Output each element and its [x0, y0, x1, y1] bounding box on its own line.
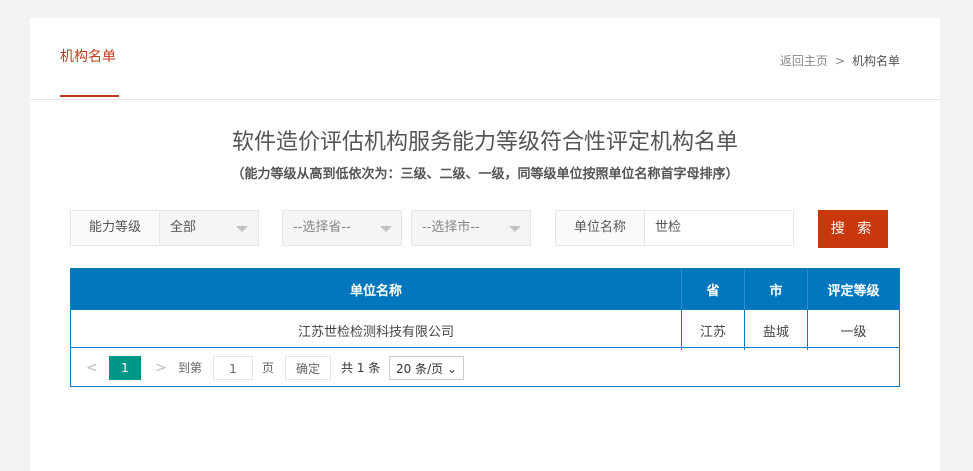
- goto-page-input[interactable]: 1: [213, 356, 253, 380]
- name-filter-label: 单位名称: [556, 211, 645, 245]
- breadcrumb-separator: >: [834, 54, 845, 68]
- name-filter: 单位名称 世检: [555, 210, 794, 246]
- header-city: 市: [744, 269, 808, 310]
- search-button[interactable]: 搜 索: [818, 210, 888, 248]
- chevron-down-icon: [380, 226, 392, 232]
- table-header-row: 单位名称 省 市 评定等级: [71, 269, 899, 310]
- page-title: 软件造价评估机构服务能力等级符合性评定机构名单: [231, 130, 738, 155]
- province-select[interactable]: --选择省--: [282, 210, 402, 246]
- header-province: 省: [681, 269, 745, 310]
- chevron-down-icon: [236, 226, 248, 232]
- breadcrumb-current: 机构名单: [851, 54, 900, 68]
- name-input[interactable]: 世检: [655, 211, 785, 245]
- cell-province: 江苏: [681, 309, 745, 350]
- city-select-placeholder: --选择市--: [422, 220, 480, 235]
- goto-label: 到第: [178, 361, 203, 375]
- per-page-value: 20 条/页: [396, 362, 444, 376]
- prev-page-icon[interactable]: <: [86, 356, 98, 380]
- level-select[interactable]: 全部: [160, 211, 258, 245]
- breadcrumb-home-link[interactable]: 返回主页: [780, 54, 828, 68]
- city-select[interactable]: --选择市--: [411, 210, 531, 246]
- results-table: 单位名称 省 市 评定等级 江苏世检检测科技有限公司 江苏 盐城 一级 < 1 …: [70, 268, 900, 387]
- tab-bar: 机构名单 返回主页 > 机构名单: [30, 18, 940, 100]
- page-subtitle: （能力等级从高到低依次为：三级、二级、一级，同等级单位按照单位名称首字母排序）: [231, 167, 739, 182]
- per-page-select[interactable]: 20 条/页 ⌄: [389, 356, 465, 380]
- cell-city: 盐城: [744, 309, 808, 350]
- table-row: 江苏世检检测科技有限公司 江苏 盐城 一级: [71, 309, 899, 350]
- goto-confirm-button[interactable]: 确定: [285, 356, 331, 380]
- level-select-value: 全部: [170, 220, 197, 235]
- level-filter: 能力等级 全部: [70, 210, 259, 246]
- header-rating: 评定等级: [807, 269, 899, 310]
- level-filter-label: 能力等级: [71, 211, 160, 245]
- current-page-button[interactable]: 1: [109, 356, 141, 380]
- pagination: < 1 > 到第 1 页 确定 共 1 条 20 条/页 ⌄: [71, 347, 899, 388]
- header-unit-name: 单位名称: [71, 269, 682, 310]
- cell-unit-name: 江苏世检检测科技有限公司: [71, 309, 682, 350]
- total-count: 共 1 条: [341, 361, 381, 375]
- cell-rating: 一级: [807, 309, 899, 350]
- tab-institution-list[interactable]: 机构名单: [60, 46, 116, 66]
- province-select-placeholder: --选择省--: [293, 220, 351, 235]
- chevron-down-icon: [509, 226, 521, 232]
- breadcrumb: 返回主页 > 机构名单: [780, 52, 900, 69]
- chevron-down-icon: ⌄: [446, 362, 458, 376]
- content-card: 机构名单 返回主页 > 机构名单 软件造价评估机构服务能力等级符合性评定机构名单 （…: [30, 18, 940, 471]
- tab-active-indicator: [60, 95, 119, 97]
- next-page-icon[interactable]: >: [155, 356, 167, 380]
- page-unit-label: 页: [262, 361, 275, 375]
